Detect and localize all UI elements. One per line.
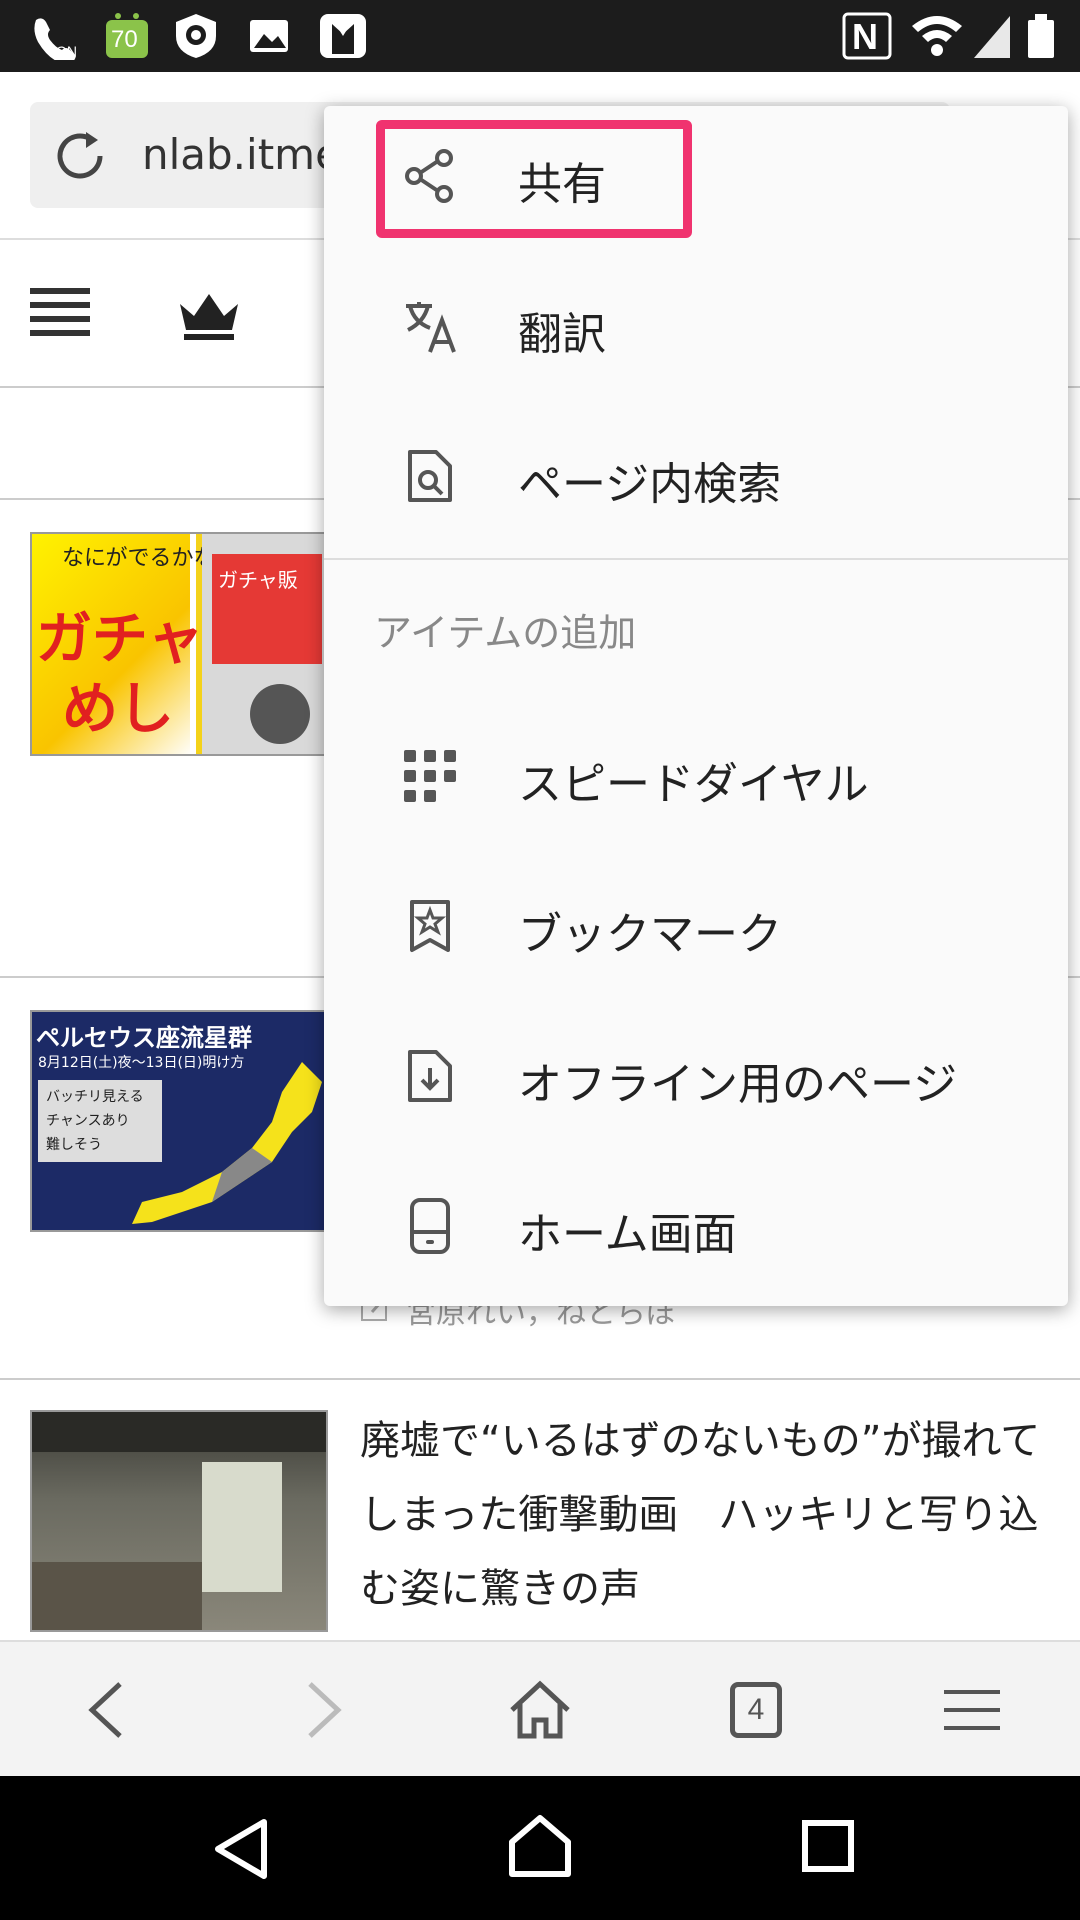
svg-text:ON: ON (56, 43, 77, 59)
battery-badge: 70 (111, 26, 138, 53)
menu-item-label: ブックマーク (518, 909, 782, 960)
back-icon[interactable] (86, 1682, 126, 1738)
speed-dial-icon (404, 750, 456, 802)
menu-item-find-in-page[interactable]: ページ内検索 (324, 406, 1068, 546)
android-battery-icon: 70 (104, 12, 150, 60)
menu-item-label: オフライン用のページ (518, 1059, 958, 1110)
find-in-page-icon (408, 450, 452, 502)
tuxedo-icon (320, 14, 366, 58)
menu-item-offline-page[interactable]: オフライン用のページ (324, 1006, 1068, 1146)
menu-item-bookmark[interactable]: ブックマーク (324, 856, 1068, 996)
nav-recents-icon[interactable] (802, 1820, 854, 1872)
home-screen-icon (410, 1198, 450, 1254)
tabs-button[interactable]: 4 (730, 1682, 782, 1738)
reload-icon[interactable] (50, 126, 112, 186)
menu-item-translate[interactable]: 翻訳 (324, 256, 1068, 396)
forward-icon[interactable] (304, 1682, 344, 1738)
shield-icon (176, 14, 216, 58)
tab-count: 4 (747, 1693, 765, 1726)
status-bar: ON 70 N (0, 0, 1080, 72)
bookmark-icon (410, 900, 450, 952)
nfc-icon: N (842, 12, 892, 60)
gallery-icon (250, 20, 288, 52)
crown-icon[interactable] (176, 290, 242, 342)
overflow-menu: 共有 翻訳 ページ内検索 アイテムの追加 スピードダイヤル ブックマーク オフラ… (324, 106, 1068, 1306)
menu-divider (324, 558, 1068, 560)
offline-page-icon (408, 1050, 452, 1102)
home-icon[interactable] (508, 1680, 572, 1740)
browser-bottom-bar: 4 (0, 1640, 1080, 1776)
menu-item-label: ホーム画面 (518, 1209, 737, 1260)
menu-icon[interactable] (944, 1686, 1000, 1734)
menu-item-home-screen[interactable]: ホーム画面 (324, 1156, 1068, 1296)
article-thumbnail[interactable]: ペルセウス座流星群 8月12日(土)夜〜13日(日)明け方 バッチリ見える チャ… (30, 1010, 330, 1232)
list-item[interactable]: 廃墟で“いるはずのないもの”が撮れてしまった衝撃動画 ハッキリと写り込む姿に驚き… (0, 1380, 1080, 1640)
menu-item-speed-dial[interactable]: スピードダイヤル (324, 706, 1068, 846)
system-nav-bar (0, 1776, 1080, 1920)
menu-item-label: スピードダイヤル (518, 759, 869, 810)
article-thumbnail[interactable] (30, 1410, 328, 1632)
menu-item-label: 翻訳 (518, 309, 606, 360)
article-thumbnail[interactable]: なにがでるかな? ガチャ めし ガチャ販 (30, 532, 330, 756)
call-on-icon: ON (34, 18, 77, 60)
article-title[interactable]: 廃墟で“いるはずのないもの”が撮れてしまった衝撃動画 ハッキリと写り込む姿に驚き… (360, 1404, 1060, 1626)
wifi-icon (912, 16, 962, 56)
signal-icon (974, 16, 1010, 58)
nav-back-icon[interactable] (212, 1818, 270, 1880)
battery-icon (1028, 14, 1054, 58)
hamburger-menu-icon[interactable] (28, 282, 92, 346)
highlight-box (376, 120, 692, 238)
nav-home-icon[interactable] (506, 1812, 574, 1880)
menu-item-label: ページ内検索 (518, 459, 782, 510)
translate-icon (406, 302, 456, 353)
menu-section-title: アイテムの追加 (374, 611, 637, 655)
